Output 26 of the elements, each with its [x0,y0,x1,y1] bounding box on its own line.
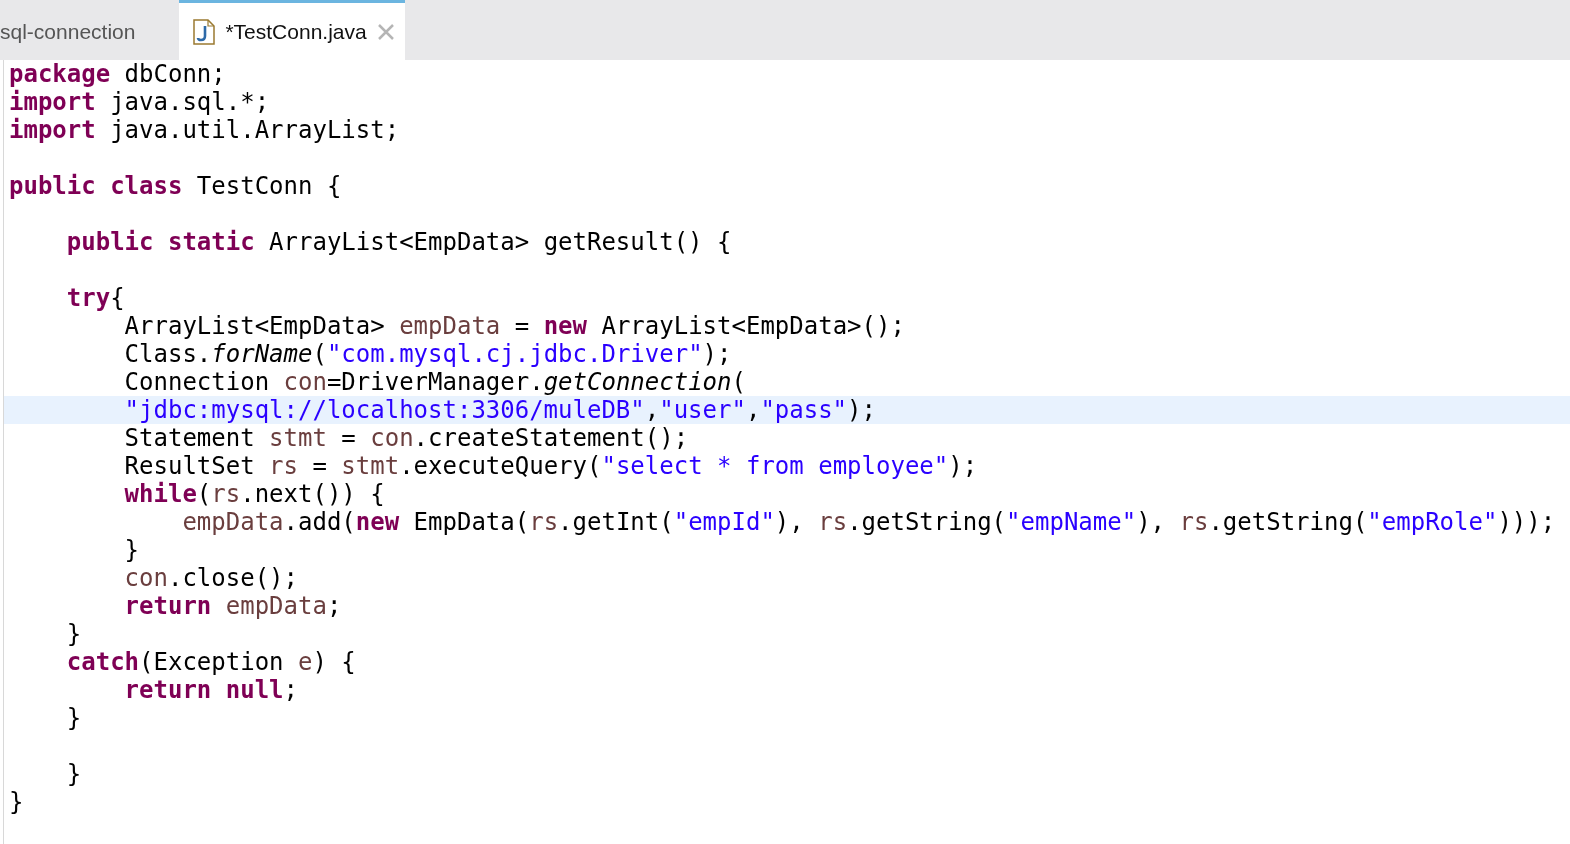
code-line: } [65,760,83,788]
code-line: con.close(); [123,564,299,592]
code-line: return empData; [123,592,343,620]
code-line: ArrayList<EmpData> empData = new ArrayList<EmpData>(); [123,312,906,340]
code-line: } [65,620,83,648]
editor-tab[interactable]: sql-connection [0,0,180,60]
editor-tab[interactable]: *TestConn.java [179,0,405,60]
code-line: ResultSet rs = stmt.executeQuery("select * from employee"); [123,452,979,480]
code-line: package dbConn; [8,60,227,88]
code-line: try{ [65,284,126,312]
code-line: Class.forName("com.mysql.cj.jdbc.Driver"); [123,340,733,368]
code-line: public static ArrayList<EmpData> getResult() { [65,228,733,256]
code-line: while(rs.next()) { [123,480,386,508]
code-line: public class TestConn { [8,172,343,200]
code-line: } [8,788,25,816]
code-line: catch(Exception e) { [65,648,357,676]
code-line: return null; [123,676,299,704]
code-line: } [123,536,141,564]
close-icon[interactable] [376,22,395,41]
code-line: } [65,704,83,732]
code-line: empData.add(new EmpData(rs.getInt("empId"), rs.getString("empName"), rs.getString("empRole"))); [181,508,1557,536]
code-line: Connection con=DriverManager.getConnection( [123,368,747,396]
code-line: import java.sql.*; [8,88,271,116]
code-line: import java.util.ArrayList; [8,116,401,144]
code-line: Statement stmt = con.createStatement(); [123,424,690,452]
java-file-icon [193,18,216,45]
